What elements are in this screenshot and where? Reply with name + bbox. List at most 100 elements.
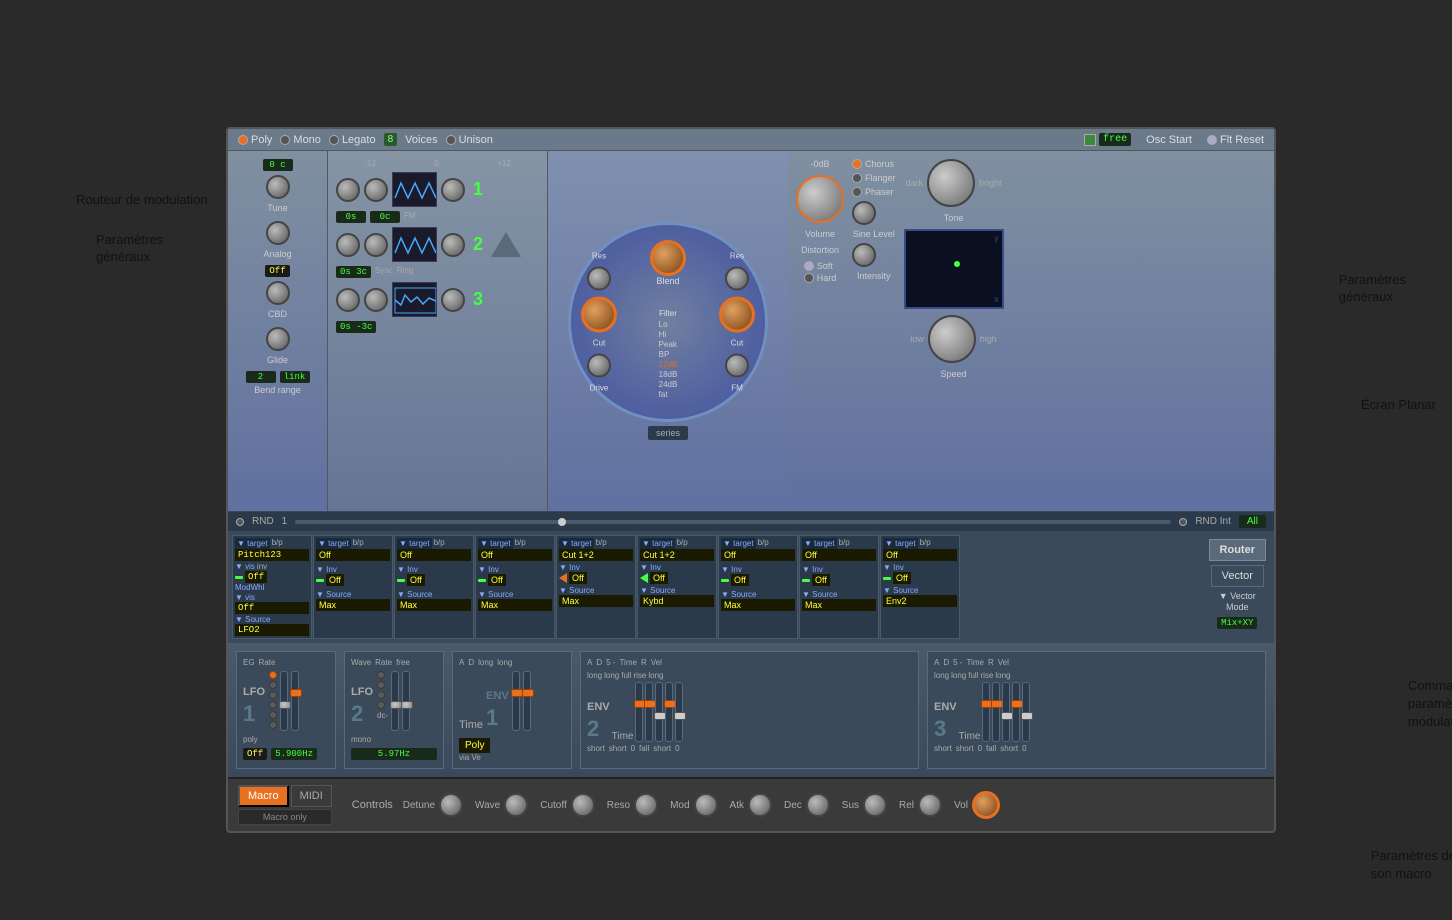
osc1-fine-knob[interactable] — [364, 178, 388, 202]
volume-knob[interactable] — [796, 175, 844, 223]
vector-button[interactable]: Vector — [1211, 565, 1264, 587]
rnd-val: 1 — [282, 516, 288, 527]
osc3-coarse-knob[interactable] — [336, 288, 360, 312]
osc2-coarse-knob[interactable] — [336, 233, 360, 257]
flanger-radio[interactable]: Flanger — [852, 173, 896, 183]
short2-label-env3: short — [956, 744, 974, 753]
dec-macro-knob[interactable] — [806, 793, 830, 817]
vel-label-env2: Vel — [651, 658, 662, 667]
lfo1-wave-sine[interactable] — [269, 671, 277, 679]
env3-d-slider[interactable] — [992, 682, 1000, 742]
sus-macro-knob[interactable] — [863, 793, 887, 817]
vol-macro-knob[interactable] — [972, 791, 1000, 819]
hard-radio[interactable]: Hard — [804, 273, 837, 283]
reso-macro-knob[interactable] — [634, 793, 658, 817]
mod-macro-knob[interactable] — [694, 793, 718, 817]
lfo1-wave-saw[interactable] — [269, 691, 277, 699]
osc3-fine-knob[interactable] — [364, 288, 388, 312]
analog-group: Analog — [236, 219, 319, 259]
filter-cut2-knob[interactable] — [719, 297, 755, 333]
poly-radio[interactable]: Poly — [238, 134, 272, 146]
env3-vel-slider[interactable] — [1022, 682, 1030, 742]
free-checkbox[interactable]: free — [1084, 133, 1131, 146]
planar-screen[interactable]: x y — [904, 229, 1004, 309]
planar-dot — [954, 261, 960, 267]
lfo2-wave-4[interactable] — [377, 701, 385, 709]
unison-radio[interactable]: Unison — [446, 134, 493, 146]
phaser-radio[interactable]: Phaser — [852, 187, 896, 197]
tune-knob[interactable] — [266, 175, 290, 199]
env1-d-thumb — [522, 689, 534, 697]
lfo2-rate-slider[interactable] — [402, 671, 410, 731]
osc2-wave-knob[interactable] — [441, 233, 465, 257]
osc3-wave-knob[interactable] — [441, 288, 465, 312]
env2-a-slider[interactable] — [635, 682, 643, 742]
lfo2-wave-slider[interactable] — [391, 671, 399, 731]
lfo2-wave-3[interactable] — [377, 691, 385, 699]
intensity-knob[interactable] — [852, 243, 876, 267]
rnd-slider[interactable] — [295, 520, 1171, 524]
chorus-radio[interactable]: Chorus — [852, 159, 896, 169]
detune-macro-label: Detune — [403, 800, 435, 811]
sine-level-knob[interactable] — [852, 201, 876, 225]
lfo1-wave-rsaw[interactable] — [269, 701, 277, 709]
env3-number: 3 — [934, 716, 946, 741]
lfo1-wave-sq[interactable] — [269, 711, 277, 719]
filter-cut-knob[interactable] — [581, 297, 617, 333]
osc1-wave-knob[interactable] — [441, 178, 465, 202]
cutoff-macro-label: Cutoff — [540, 800, 567, 811]
12db-label: 12dB — [659, 360, 678, 369]
midi-tab[interactable]: MIDI — [291, 785, 332, 807]
flt-reset-radio[interactable]: Flt Reset — [1207, 134, 1264, 146]
atk-macro-knob[interactable] — [748, 793, 772, 817]
speed-knob[interactable] — [928, 315, 976, 363]
filter-fm-knob[interactable] — [725, 354, 749, 378]
soft-radio[interactable]: Soft — [804, 261, 837, 271]
osc2-fine-knob[interactable] — [364, 233, 388, 257]
lfo1-rate-slider[interactable] — [291, 671, 299, 731]
wave-macro-group: Wave — [475, 793, 528, 817]
wave-macro-knob[interactable] — [504, 793, 528, 817]
lfo2-wave-2[interactable] — [377, 681, 385, 689]
router-button[interactable]: Router — [1209, 539, 1266, 561]
env2-r-slider[interactable] — [665, 682, 673, 742]
lfo2-wave-1[interactable] — [377, 671, 385, 679]
analog-knob[interactable] — [266, 221, 290, 245]
env3-a-slider[interactable] — [982, 682, 990, 742]
mod-col-9: ▼ target b/p Off ▼ Inv Off ▼ Source Env2 — [880, 535, 960, 639]
cbd-knob[interactable] — [266, 281, 290, 305]
env2-d-slider[interactable] — [645, 682, 653, 742]
mono-radio[interactable]: Mono — [280, 134, 321, 146]
short3-label-env3: short — [1000, 744, 1018, 753]
detune-macro-knob[interactable] — [439, 793, 463, 817]
planar-x-label: x — [995, 295, 999, 304]
rel-macro-knob[interactable] — [918, 793, 942, 817]
filter-res2-knob[interactable] — [725, 267, 749, 291]
osc1-coarse-knob[interactable] — [336, 178, 360, 202]
env2-vel-slider[interactable] — [675, 682, 683, 742]
macro-only-button[interactable]: Macro only — [238, 809, 332, 825]
legato-radio[interactable]: Legato — [329, 134, 376, 146]
short2-label-env2: short — [609, 744, 627, 753]
env3-s-slider[interactable] — [1002, 682, 1010, 742]
env3-r-slider[interactable] — [1012, 682, 1020, 742]
via-label-1b: ▼ vis — [235, 593, 255, 602]
cutoff-macro-knob[interactable] — [571, 793, 595, 817]
filter-drive-knob[interactable] — [587, 354, 611, 378]
rate-label-lfo2: Rate — [375, 658, 392, 667]
filter-blend-knob[interactable] — [650, 240, 686, 276]
env3-label: ENV — [934, 701, 957, 713]
macro-tab[interactable]: Macro — [238, 785, 289, 807]
env2-s-slider[interactable] — [655, 682, 663, 742]
tone-knob[interactable] — [927, 159, 975, 207]
lfo1-eg-delay-slider[interactable] — [280, 671, 288, 731]
glide-knob[interactable] — [266, 327, 290, 351]
lfo1-wave-tri[interactable] — [269, 681, 277, 689]
lfo1-wave-rnd[interactable] — [269, 721, 277, 729]
five-label-env3: 5 - — [953, 658, 962, 667]
off-3a: Off — [397, 549, 471, 561]
zero2-label-env2: 0 — [675, 744, 679, 753]
filter-res-knob[interactable] — [587, 267, 611, 291]
env1-d-slider[interactable] — [523, 671, 531, 731]
env1-a-slider[interactable] — [512, 671, 520, 731]
